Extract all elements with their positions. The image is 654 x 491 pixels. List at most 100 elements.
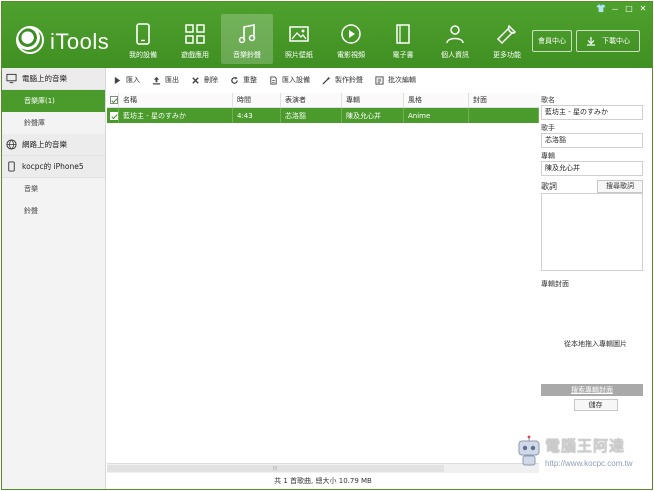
make-ringtone-button[interactable]: 製作鈴聲 xyxy=(322,75,363,85)
batch-edit-button[interactable]: 批次編輯 xyxy=(375,75,416,85)
nav-apps[interactable]: 遊戲應用 xyxy=(169,14,221,64)
nav-label: 音樂鈴聲 xyxy=(233,51,261,59)
wrench-icon xyxy=(496,24,517,45)
column-header-time[interactable]: 時間 xyxy=(233,93,281,107)
wand-icon xyxy=(322,75,331,85)
maximize-button[interactable]: □ xyxy=(624,4,634,15)
lyrics-label: 歌詞 xyxy=(541,181,557,191)
nav-music[interactable]: 音樂鈴聲 xyxy=(221,14,273,64)
download-icon xyxy=(587,37,595,46)
nav-photos[interactable]: 照片壁紙 xyxy=(273,14,325,64)
song-name-field[interactable]: 藍坊主 - 星のすみか xyxy=(541,105,643,120)
main-nav: 我的設備 遊戲應用 音樂鈴聲 照片壁紙 電影視頻 電子書 個人資訊 更多功能 xyxy=(117,14,533,64)
member-center-label: 會員中心 xyxy=(538,37,566,45)
download-center-button[interactable]: 下載中心 xyxy=(576,30,640,52)
delete-button[interactable]: 刪除 xyxy=(191,75,218,85)
cell-album: 陳及允心并 xyxy=(342,108,404,123)
itools-logo-icon xyxy=(16,26,44,54)
sidebar-section-label: kocpc的 iPhone5 xyxy=(22,162,84,171)
nav-label: 照片壁紙 xyxy=(285,51,313,59)
scrollbar-grip-icon: ⦙⦙⦙ xyxy=(273,465,278,472)
nav-more[interactable]: 更多功能 xyxy=(481,14,533,64)
artist-label: 歌手 xyxy=(541,124,555,132)
select-all-checkbox[interactable] xyxy=(110,96,118,104)
cell-time: 4:43 xyxy=(233,108,281,123)
sidebar-section-online-music[interactable]: 網路上的音樂 xyxy=(2,134,105,156)
sidebar-item-label: 鈴聲庫 xyxy=(24,119,45,127)
phone-icon xyxy=(8,161,15,172)
import-to-device-label: 匯入設備 xyxy=(282,76,310,84)
import-to-device-button[interactable]: 匯入設備 xyxy=(269,75,310,85)
cell-name: 藍坊主 - 星のすみか xyxy=(119,108,233,123)
column-header-album[interactable]: 專輯 xyxy=(342,93,404,107)
horizontal-scrollbar[interactable]: ⦙⦙⦙ xyxy=(107,463,539,473)
phone-icon xyxy=(136,23,150,45)
member-center-button[interactable]: 會員中心 xyxy=(532,30,572,52)
artist-field[interactable]: 芯洛豁 xyxy=(541,133,643,148)
nav-my-device[interactable]: 我的設備 xyxy=(117,14,169,64)
table-header: 名稱 時間 表演者 專輯 風格 封面 xyxy=(107,93,539,108)
sidebar-item-ringtone-library[interactable]: 鈴聲庫 xyxy=(2,112,105,134)
export-button[interactable]: 匯出 xyxy=(152,75,179,85)
nav-video[interactable]: 電影視頻 xyxy=(325,14,377,64)
sidebar-section-device[interactable]: kocpc的 iPhone5 xyxy=(2,156,105,178)
close-button[interactable]: ✕ xyxy=(638,4,648,15)
refresh-label: 重整 xyxy=(243,76,257,84)
refresh-icon xyxy=(231,76,238,84)
column-header-cover[interactable]: 封面 xyxy=(469,93,539,107)
search-lyrics-label: 搜尋歌詞 xyxy=(606,182,634,190)
sidebar-item-device-ringtone[interactable]: 鈴聲 xyxy=(2,200,105,222)
minimize-button[interactable]: － xyxy=(610,4,620,15)
music-icon xyxy=(238,24,256,44)
delete-icon xyxy=(192,76,199,84)
search-lyrics-button[interactable]: 搜尋歌詞 xyxy=(597,179,643,193)
nav-label: 遊戲應用 xyxy=(181,51,209,59)
download-center-label: 下載中心 xyxy=(602,37,630,45)
refresh-button[interactable]: 重整 xyxy=(230,75,257,85)
sidebar-item-label: 鈴聲 xyxy=(24,207,38,215)
table-row[interactable]: 藍坊主 - 星のすみか 4:43 芯洛豁 陳及允心并 Anime xyxy=(107,108,539,123)
nav-label: 電子書 xyxy=(392,51,414,59)
nav-ebook[interactable]: 電子書 xyxy=(377,14,429,64)
itools-window: iTools 我的設備 遊戲應用 音樂鈴聲 照片壁紙 電影視頻 電子書 個人資訊… xyxy=(1,1,653,490)
import-label: 匯入 xyxy=(126,76,140,84)
save-button[interactable]: 儲存 xyxy=(573,399,618,411)
lyrics-textarea[interactable] xyxy=(541,193,643,271)
select-all-cell[interactable] xyxy=(107,93,119,107)
watermark-title: 電腦王阿達 xyxy=(545,437,626,455)
cell-genre: Anime xyxy=(404,108,469,123)
column-header-name[interactable]: 名稱 xyxy=(119,93,233,107)
sidebar-item-label: 音樂 xyxy=(24,185,38,193)
toolbar: 匯入 匯出 刪除 重整 匯入設備 製作鈴聲 批次編輯 xyxy=(107,68,539,92)
monitor-icon xyxy=(6,73,17,84)
sidebar-section-pc-music[interactable]: 電腦上的音樂 xyxy=(2,68,105,90)
video-icon xyxy=(341,24,361,44)
status-bar: 共 1 首歌曲, 總大小 10.79 MB xyxy=(274,477,372,485)
album-cover-label: 專輯封面 xyxy=(541,280,569,288)
find-cover-label: 搜索專輯封面 xyxy=(571,386,613,394)
photo-icon xyxy=(289,26,309,42)
window-controls: 👕 － □ ✕ xyxy=(596,4,648,15)
find-cover-button[interactable]: 搜索專輯封面 xyxy=(541,384,643,396)
cell-artist: 芯洛豁 xyxy=(281,108,342,123)
row-checkbox[interactable] xyxy=(110,111,118,120)
skin-icon[interactable]: 👕 xyxy=(596,4,606,15)
nav-personal[interactable]: 個人資訊 xyxy=(429,14,481,64)
sidebar-item-device-music[interactable]: 音樂 xyxy=(2,178,105,200)
sidebar-item-music-library[interactable]: 音樂庫(1) xyxy=(2,90,105,112)
import-icon xyxy=(114,76,121,84)
app-title: iTools xyxy=(50,29,110,54)
save-label: 儲存 xyxy=(588,401,603,409)
album-field[interactable]: 陳及允心并 xyxy=(541,161,643,176)
row-select-cell[interactable] xyxy=(107,108,119,123)
robot-mascot-icon xyxy=(518,435,540,466)
export-label: 匯出 xyxy=(165,76,179,84)
cell-cover xyxy=(469,108,539,123)
globe-icon xyxy=(6,139,17,150)
column-header-artist[interactable]: 表演者 xyxy=(281,93,342,107)
column-header-genre[interactable]: 風格 xyxy=(404,93,469,107)
person-icon xyxy=(446,25,464,44)
sidebar-section-label: 電腦上的音樂 xyxy=(22,74,67,83)
import-button[interactable]: 匯入 xyxy=(113,75,140,85)
cover-drop-zone[interactable]: 從本地拖入專輯圖片 xyxy=(539,339,652,349)
